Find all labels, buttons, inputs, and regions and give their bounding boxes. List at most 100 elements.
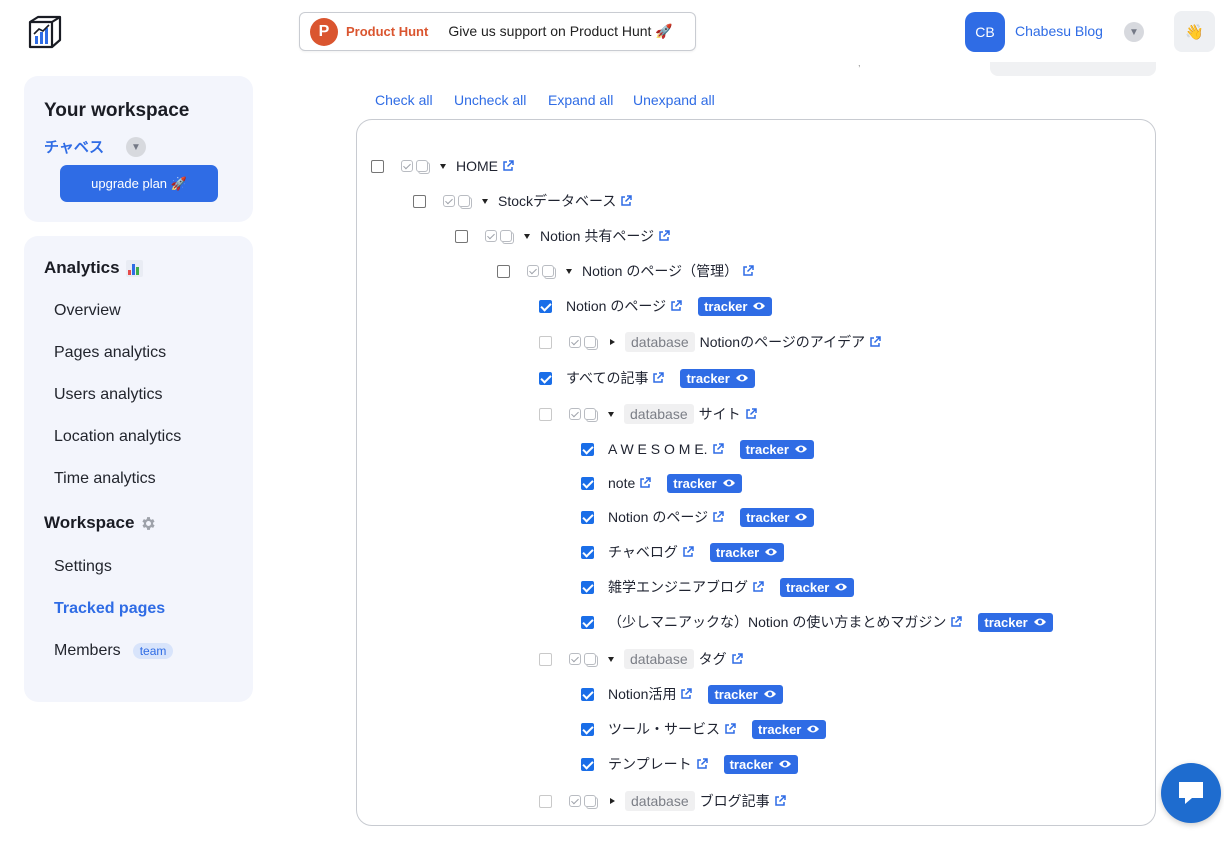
copy-children-icon[interactable] <box>458 195 470 207</box>
wave-button[interactable]: 👋 <box>1174 11 1215 52</box>
tree-checkbox[interactable] <box>539 299 552 313</box>
page-title: タグ <box>698 651 727 667</box>
tree-checkbox[interactable] <box>581 510 594 524</box>
sidebar-item-users-analytics[interactable]: Users analytics <box>54 386 162 404</box>
unexpand-all-link[interactable]: Unexpand all <box>633 92 715 108</box>
external-link-icon[interactable] <box>724 723 736 735</box>
tree-checkbox[interactable] <box>581 545 594 559</box>
tree-checkbox[interactable] <box>539 794 552 808</box>
caret-down-icon[interactable] <box>482 198 488 204</box>
tree-checkbox[interactable] <box>539 407 552 421</box>
tree-checkbox[interactable] <box>413 194 426 208</box>
eye-icon <box>835 583 848 591</box>
sidebar-item-time-analytics[interactable]: Time analytics <box>54 470 156 488</box>
caret-down-icon[interactable] <box>524 233 530 239</box>
sidebar-item-location-analytics[interactable]: Location analytics <box>54 428 181 446</box>
external-link-icon[interactable] <box>950 616 963 628</box>
check-children-icon[interactable] <box>569 336 581 348</box>
external-link-icon[interactable] <box>502 160 514 172</box>
tracker-badge[interactable]: tracker <box>740 507 815 527</box>
copy-children-icon[interactable] <box>584 408 596 420</box>
tracker-badge[interactable]: tracker <box>698 296 773 316</box>
tree-checkbox[interactable] <box>581 687 594 701</box>
tree-checkbox[interactable] <box>581 580 594 594</box>
check-children-icon[interactable] <box>527 265 539 277</box>
tracker-badge[interactable]: tracker <box>978 612 1053 632</box>
caret-right-icon[interactable] <box>610 339 615 345</box>
tree-checkbox[interactable] <box>581 476 594 490</box>
external-link-icon[interactable] <box>670 300 682 312</box>
upgrade-plan-button[interactable]: upgrade plan 🚀 <box>60 165 218 202</box>
workspace-chevron-down-icon[interactable]: ▼ <box>126 137 146 157</box>
tracker-badge[interactable]: tracker <box>709 542 785 562</box>
tracker-badge[interactable]: tracker <box>708 684 783 704</box>
tracker-badge[interactable]: tracker <box>667 473 742 493</box>
tracker-badge[interactable]: tracker <box>752 719 827 739</box>
tree-checkbox[interactable] <box>455 229 468 243</box>
external-link-icon[interactable] <box>652 372 665 384</box>
external-link-icon[interactable] <box>658 230 670 242</box>
tree-checkbox[interactable] <box>581 442 594 456</box>
caret-down-icon[interactable] <box>608 656 614 662</box>
page-title: Notion のページ <box>566 298 667 314</box>
sidebar-item-settings[interactable]: Settings <box>54 558 112 576</box>
copy-children-icon[interactable] <box>584 336 596 348</box>
tree-row: テンプレート tracker <box>581 753 798 775</box>
external-link-icon[interactable] <box>869 336 881 348</box>
tree-checkbox[interactable] <box>539 652 552 666</box>
tracker-badge[interactable]: tracker <box>739 439 814 459</box>
external-link-icon[interactable] <box>639 477 651 489</box>
caret-right-icon[interactable] <box>610 798 615 804</box>
page-title: テンプレート <box>608 756 692 772</box>
sidebar-item-tracked-pages[interactable]: Tracked pages <box>54 600 165 618</box>
external-link-icon[interactable] <box>745 408 757 420</box>
external-link-icon[interactable] <box>682 546 694 558</box>
tracker-badge[interactable]: tracker <box>780 577 855 597</box>
check-children-icon[interactable] <box>401 160 413 172</box>
copy-children-icon[interactable] <box>500 230 512 242</box>
external-link-icon[interactable] <box>680 688 693 700</box>
chat-button[interactable] <box>1161 763 1221 823</box>
external-link-icon[interactable] <box>742 265 754 277</box>
check-children-icon[interactable] <box>569 408 581 420</box>
tree-checkbox[interactable] <box>539 335 552 349</box>
uncheck-all-link[interactable]: Uncheck all <box>454 92 526 108</box>
external-link-icon[interactable] <box>752 581 764 593</box>
tree-row: database Notionのページのアイデア <box>539 331 881 353</box>
check-children-icon[interactable] <box>443 195 455 207</box>
tree-checkbox[interactable] <box>581 757 594 771</box>
tree-checkbox[interactable] <box>539 371 552 385</box>
copy-children-icon[interactable] <box>416 160 428 172</box>
copy-children-icon[interactable] <box>584 795 596 807</box>
sidebar-item-members[interactable]: Members team <box>54 642 174 660</box>
tree-checkbox[interactable] <box>581 722 594 736</box>
tree-checkbox[interactable] <box>581 615 594 629</box>
avatar[interactable]: CB <box>965 12 1005 52</box>
check-children-icon[interactable] <box>569 653 581 665</box>
copy-children-icon[interactable] <box>584 653 596 665</box>
caret-down-icon[interactable] <box>608 411 614 417</box>
external-link-icon[interactable] <box>712 443 724 455</box>
sidebar-item-pages-analytics[interactable]: Pages analytics <box>54 344 166 362</box>
copy-children-icon[interactable] <box>542 265 554 277</box>
tree-checkbox[interactable] <box>371 159 384 173</box>
expand-all-link[interactable]: Expand all <box>548 92 613 108</box>
chevron-down-icon[interactable]: ▼ <box>1124 22 1144 42</box>
tree-checkbox[interactable] <box>497 264 510 278</box>
external-link-icon[interactable] <box>731 653 743 665</box>
workspace-name[interactable]: チャベス <box>44 136 104 157</box>
external-link-icon[interactable] <box>620 195 633 207</box>
tracker-badge[interactable]: tracker <box>680 368 755 388</box>
product-hunt-banner[interactable]: P Product Hunt Give us support on Produc… <box>299 12 696 51</box>
sidebar-item-overview[interactable]: Overview <box>54 302 121 320</box>
external-link-icon[interactable] <box>712 511 724 523</box>
external-link-icon[interactable] <box>696 758 708 770</box>
check-children-icon[interactable] <box>485 230 497 242</box>
external-link-icon[interactable] <box>774 795 786 807</box>
user-name-link[interactable]: Chabesu Blog <box>1015 23 1103 39</box>
check-children-icon[interactable] <box>569 795 581 807</box>
tracker-badge[interactable]: tracker <box>723 754 798 774</box>
check-all-link[interactable]: Check all <box>375 92 433 108</box>
caret-down-icon[interactable] <box>440 163 446 169</box>
caret-down-icon[interactable] <box>566 268 572 274</box>
